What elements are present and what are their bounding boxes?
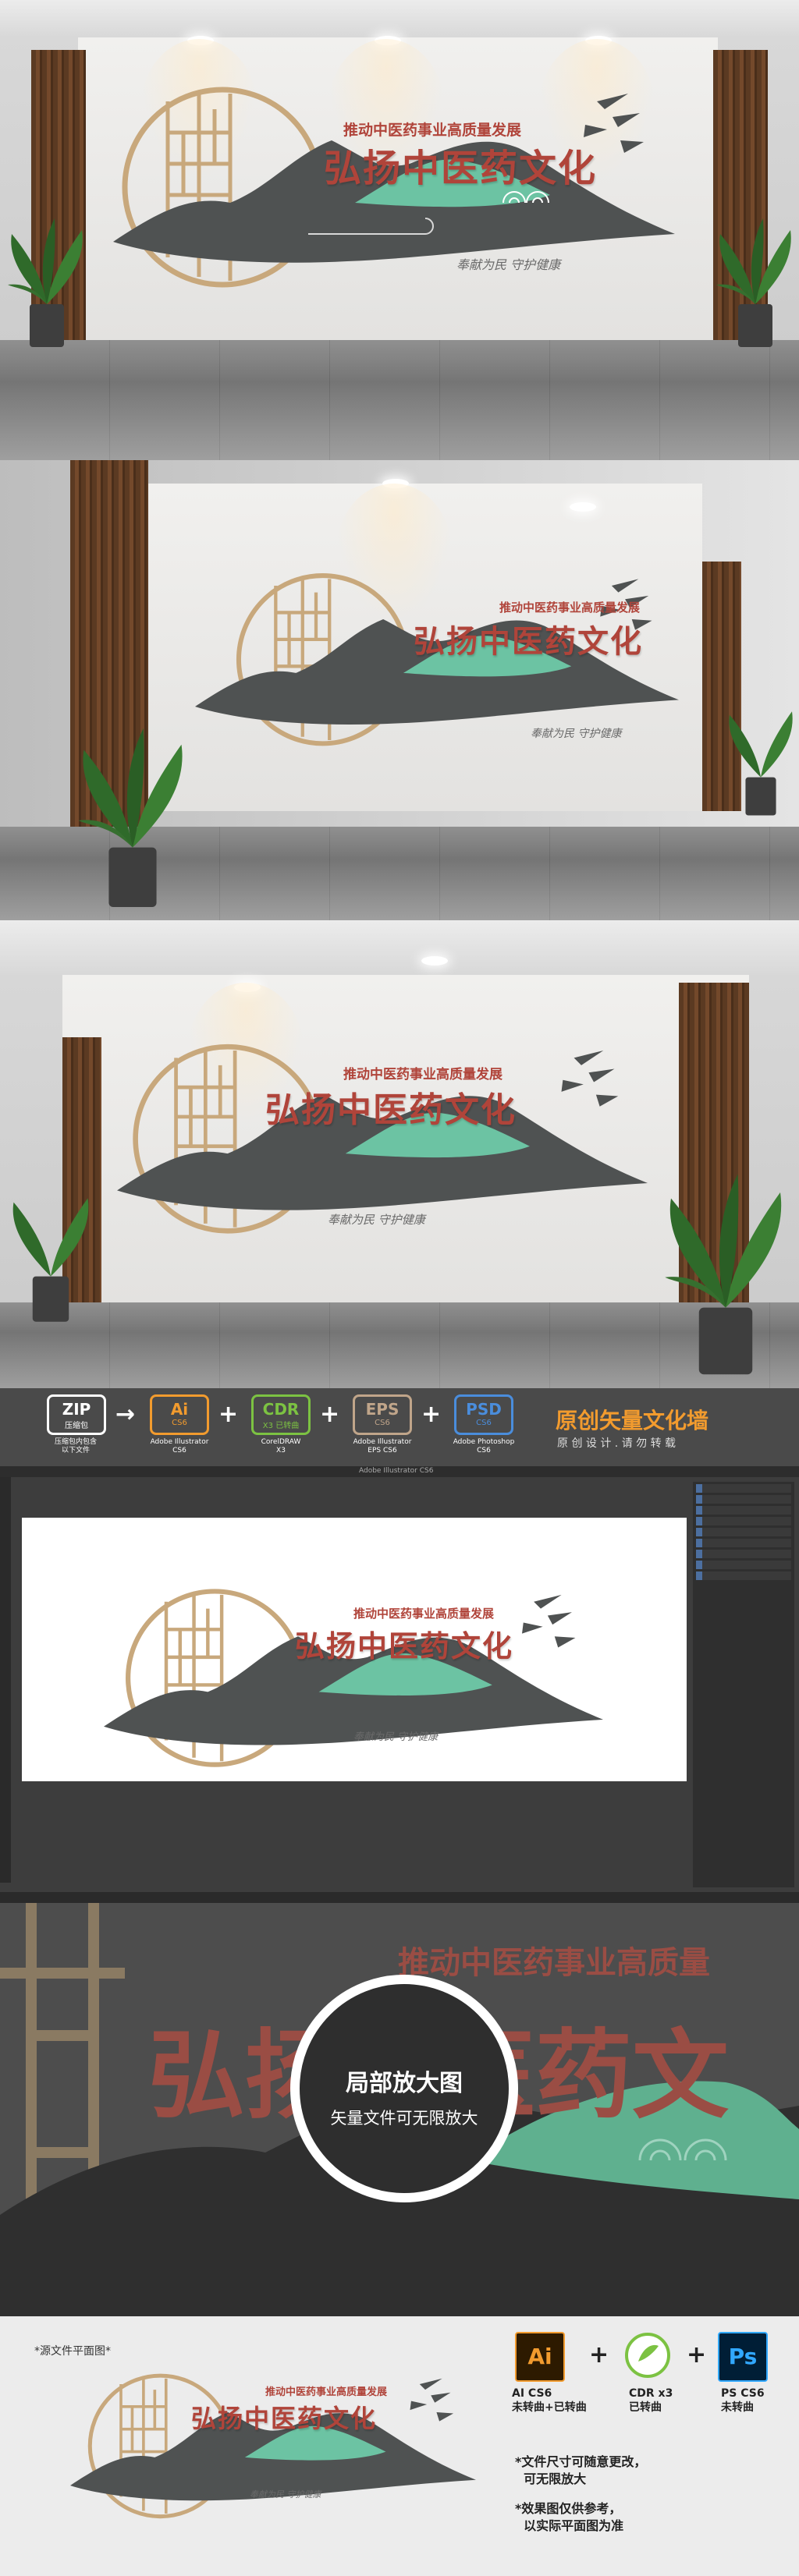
ceiling (0, 0, 799, 37)
eps-title: EPS (365, 1400, 400, 1419)
room-render-2: 推动中医药事业高质量发展 弘扬中医药文化 奉献为民 守护健康 (0, 460, 799, 920)
artboard[interactable]: 推动中医药事业高质量发展 弘扬中医药文化 奉献为民 守护健康 (22, 1518, 687, 1781)
note-line: 可无限放大 (515, 2471, 587, 2486)
plus-icon: + (687, 2341, 707, 2369)
ai-version: CS6 (172, 1419, 187, 1427)
culture-wall-logo: 推动中医药事业高质量发展 弘扬中医药文化 奉献为民 守护健康 (70, 2371, 476, 2527)
culture-wall-logo: 推动中医药事业高质量发展 弘扬中医药文化 奉献为民 守护健康 (117, 1041, 648, 1244)
culture-wall-logo: 推动中医药事业高质量发展 弘扬中医药文化 奉献为民 守护健康 (195, 569, 679, 757)
eps-version: CS6 (375, 1419, 390, 1427)
ps-app-caption: PS CS6 未转曲 (721, 2387, 765, 2414)
logo-slogan: 奉献为民 守护健康 (328, 1213, 425, 1227)
zoom-detail: 推动中医药事业高质量 弘扬中医药文 局部放大图 矢量文件可无限放大 (0, 1903, 799, 2316)
logo-title: 弘扬中医药文化 (324, 147, 598, 190)
ai-caption: Adobe Illustrator CS6 (150, 1438, 209, 1455)
potted-plant (665, 1174, 782, 1375)
psd-title: PSD (466, 1400, 502, 1419)
logo-title: 弘扬中医药文化 (265, 1090, 517, 1130)
layer-row[interactable] (696, 1484, 791, 1493)
psd-badge: PSD CS6 (454, 1394, 513, 1435)
cdr-app-caption: CDR x3 已转曲 (629, 2387, 673, 2414)
zip-sub: 压缩包 (65, 1422, 88, 1430)
window-title: Adobe Illustrator CS6 (359, 1467, 434, 1475)
potted-plant (8, 218, 83, 347)
logo-slogan: 奉献为民 守护健康 (456, 257, 561, 272)
cdr-title: CDR (262, 1400, 300, 1419)
banner-tagline: 原 创 设 计 . 请 勿 转 载 (557, 1437, 676, 1450)
culture-wall-logo: 推动中医药事业高质量发展 弘扬中医药文化 奉献为民 守护健康 (113, 86, 675, 296)
potted-plant (716, 218, 791, 347)
illustrator-window: Adobe Illustrator CS6 推动中医药事业高质量发展 弘扬中医药… (0, 1466, 799, 1903)
layer-row[interactable] (696, 1571, 791, 1580)
ceiling-light (570, 502, 596, 512)
layer-row[interactable] (696, 1561, 791, 1569)
plus-icon: + (421, 1401, 442, 1428)
layers-panel[interactable] (693, 1482, 794, 1887)
tool-panel[interactable] (0, 1477, 11, 1883)
logo-subtitle: 推动中医药事业高质量发展 (343, 1067, 502, 1082)
ai-title: Ai (170, 1400, 189, 1419)
ai-app-icon: Ai (515, 2332, 565, 2382)
ai-app-caption: AI CS6 未转曲+已转曲 (512, 2387, 587, 2414)
plus-icon: + (218, 1401, 239, 1428)
footer-info: *源文件平面图* 推动中医药事业高质量发展 弘扬中医药文化 奉献为民 守护健康 … (0, 2316, 799, 2576)
file-format-banner: ZIP 压缩包 压缩包内包含 以下文件 → Ai CS6 Adobe Illus… (0, 1388, 799, 1466)
eps-badge: EPS CS6 (353, 1394, 412, 1435)
flat-label: *源文件平面图* (34, 2345, 111, 2358)
layer-row[interactable] (696, 1506, 791, 1515)
psd-version: CS6 (476, 1419, 492, 1427)
layer-row[interactable] (696, 1528, 791, 1536)
zoom-badge-sub: 矢量文件可无限放大 (330, 2109, 478, 2128)
floor (0, 340, 799, 460)
ai-badge: Ai CS6 (150, 1394, 209, 1435)
menu-bar: Adobe Illustrator CS6 (0, 1466, 799, 1477)
ceiling-light (421, 956, 448, 966)
layer-row[interactable] (696, 1539, 791, 1547)
logo-slogan: 奉献为民 守护健康 (353, 1731, 439, 1743)
status-bar (0, 1892, 799, 1903)
arrow-icon: → (115, 1401, 136, 1428)
cdr-caption: CorelDRAW X3 (261, 1438, 301, 1455)
potted-plant (12, 1198, 89, 1322)
logo-slogan: 奉献为民 守护健康 (531, 728, 622, 740)
logo-title: 弘扬中医药文化 (295, 1628, 514, 1664)
logo-subtitle: 推动中医药事业高质量发展 (265, 2386, 388, 2398)
zip-caption: 压缩包内包含 以下文件 (54, 1438, 97, 1455)
psd-caption: Adobe Photoshop CS6 (453, 1438, 515, 1455)
note-line: *效果图仅供参考， (515, 2501, 622, 2516)
cdr-app-icon (625, 2333, 670, 2378)
layer-row[interactable] (696, 1517, 791, 1525)
zip-badge: ZIP 压缩包 (47, 1394, 106, 1435)
note-line: *文件尺寸可随意更改， (515, 2454, 647, 2469)
cdr-badge: CDR X3 已转曲 (251, 1394, 311, 1435)
logo-title: 弘扬中医药文化 (414, 623, 643, 660)
banner-headline: 原创矢量文化墙 (556, 1408, 709, 1433)
logo-subtitle: 推动中医药事业高质量发展 (499, 601, 641, 615)
room-render-3: 推动中医药事业高质量发展 弘扬中医药文化 奉献为民 守护健康 (0, 920, 799, 1388)
note-line: 以实际平面图为准 (515, 2518, 624, 2533)
zoom-badge-title: 局部放大图 (346, 2070, 463, 2097)
zip-title: ZIP (62, 1400, 91, 1419)
potted-plant (729, 711, 793, 816)
room-render-1: 推动中医药事业高质量发展 弘扬中医药文化 奉献为民 守护健康 (0, 0, 799, 460)
logo-title: 弘扬中医药文化 (191, 2404, 378, 2433)
logo-slogan: 奉献为民 守护健康 (250, 2489, 321, 2500)
potted-plant (78, 728, 183, 908)
layer-row[interactable] (696, 1550, 791, 1558)
logo-subtitle: 推动中医药事业高质量发展 (353, 1607, 495, 1621)
ceiling (0, 920, 799, 975)
layer-row[interactable] (696, 1495, 791, 1504)
zoom-badge: 局部放大图 矢量文件可无限放大 (290, 1975, 518, 2202)
plus-icon: + (320, 1401, 340, 1428)
plus-icon: + (589, 2341, 609, 2369)
cdr-version: X3 已转曲 (262, 1422, 300, 1430)
ps-app-icon: Ps (718, 2332, 768, 2382)
zoom-subtitle: 推动中医药事业高质量 (398, 1944, 710, 1981)
culture-wall-logo: 推动中医药事业高质量发展 弘扬中医药文化 奉献为民 守护健康 (104, 1588, 603, 1775)
eps-caption: Adobe Illustrator EPS CS6 (353, 1438, 412, 1455)
logo-subtitle: 推动中医药事业高质量发展 (343, 122, 522, 139)
